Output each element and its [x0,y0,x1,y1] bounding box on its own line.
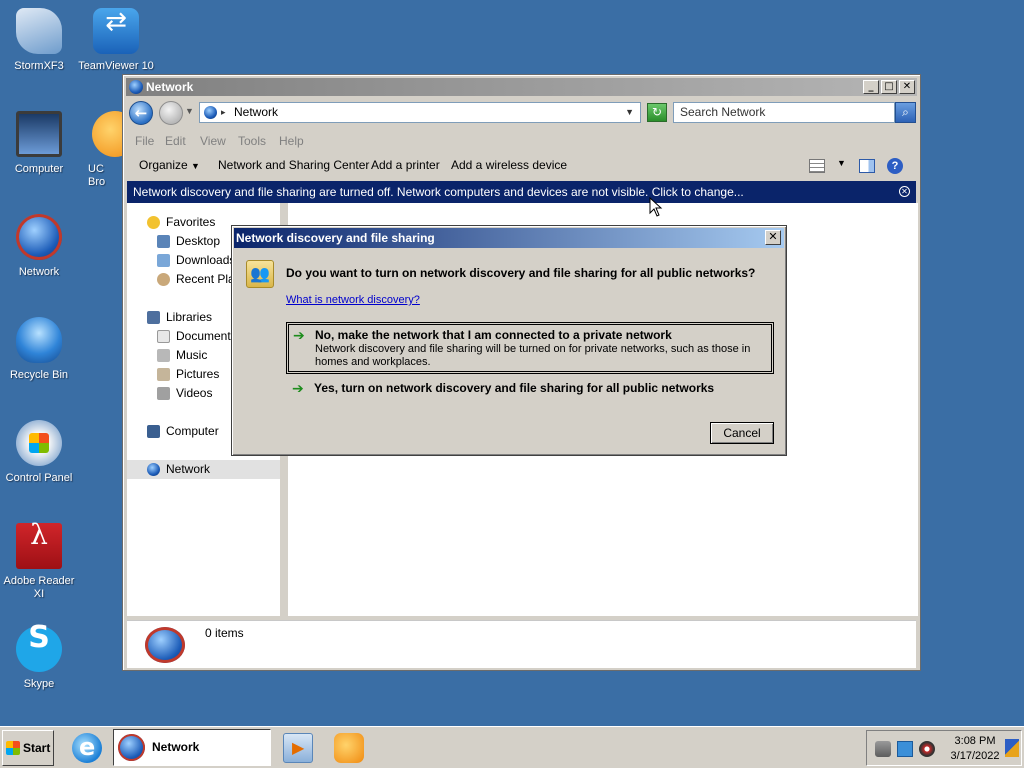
network-icon [129,80,143,94]
address-row: ▼ ▸ Network ▼ ↻ Search Network ⌕ [127,100,916,126]
desktop-icon-recycle-bin[interactable]: Recycle Bin [0,317,78,382]
libraries-icon [147,311,160,324]
desktop-icon-uc-browser[interactable]: UC Bro [77,111,122,189]
maximize-button[interactable]: □ [881,80,897,94]
network-icon [147,463,160,476]
back-button[interactable] [129,101,153,125]
menu-tools[interactable]: Tools [238,134,266,148]
network-icon [204,106,217,119]
uc-browser-icon[interactable] [334,733,364,763]
command-bar: Organize ▼ Network and Sharing Center Ad… [127,155,916,177]
menu-edit[interactable]: Edit [165,134,186,148]
clock[interactable]: 3:08 PM 3/17/2022 [945,734,1005,764]
network-icon [16,214,62,260]
dialog-title: Network discovery and file sharing [236,231,435,245]
window-titlebar[interactable]: Network _ □ ✕ [126,78,917,96]
start-button[interactable]: Start [2,730,54,766]
chevron-down-icon: ▼ [191,161,200,171]
address-text: Network [234,105,279,119]
downloads-folder-icon [157,254,170,267]
views-dropdown-icon[interactable]: ▼ [837,158,846,168]
help-icon[interactable]: ? [887,158,903,174]
volume-icon[interactable] [919,741,935,757]
windows-logo-icon [6,741,20,755]
minimize-button[interactable]: _ [863,80,879,94]
window-title: Network [146,80,194,94]
desktop-icon-teamviewer[interactable]: TeamViewer 10 [77,8,155,73]
preview-pane-icon[interactable] [859,159,875,173]
taskbar-network-window[interactable]: Network [113,729,271,766]
network-discovery-dialog: Network discovery and file sharing ✕ Do … [231,225,787,456]
pictures-icon [157,368,170,381]
close-button[interactable]: ✕ [899,80,915,94]
forward-button[interactable] [159,101,183,125]
menu-file[interactable]: File [135,134,154,148]
recent-pages-dropdown[interactable]: ▼ [185,106,194,116]
search-input[interactable]: Search Network [673,102,895,123]
breadcrumb-separator-icon[interactable]: ▸ [221,103,226,122]
music-icon [157,349,170,362]
address-dropdown-icon[interactable]: ▼ [625,103,634,122]
clock-time: 3:08 PM [954,735,996,747]
menu-view[interactable]: View [200,134,226,148]
desktop-icon-adobe-reader[interactable]: Adobe Reader XI [0,523,78,601]
computer-icon [16,111,62,157]
menu-help[interactable]: Help [279,134,304,148]
dialog-close-button[interactable]: ✕ [765,230,781,245]
search-button[interactable]: ⌕ [895,102,916,123]
refresh-button[interactable]: ↻ [647,103,667,122]
green-arrow-icon: ➔ [292,381,304,397]
green-arrow-icon: ➔ [293,328,305,344]
desktop-icon-skype[interactable]: Skype [0,626,78,691]
address-bar[interactable]: ▸ Network ▼ [199,102,641,123]
system-tray: 3:08 PM 3/17/2022 [866,730,1022,766]
videos-icon [157,387,170,400]
network-icon [145,627,185,663]
infobar-close-icon[interactable]: ✕ [899,186,910,197]
computer-icon [147,425,160,438]
what-is-network-discovery-link[interactable]: What is network discovery? [286,294,420,306]
mouse-cursor-icon [649,197,663,217]
desktop-icon-control-panel[interactable]: Control Panel [0,420,78,485]
network-users-icon [246,260,274,288]
option-public-networks[interactable]: ➔ Yes, turn on network discovery and fil… [286,378,774,400]
menu-bar: File Edit View Tools Help [127,133,916,151]
teamviewer-icon [93,8,139,54]
desktop-icon-computer[interactable]: Computer [0,111,78,176]
organize-button[interactable]: Organize ▼ [139,158,200,172]
documents-icon [157,330,170,343]
show-desktop-icon[interactable] [1005,739,1019,757]
option-private-network[interactable]: ➔ No, make the network that I am connect… [286,322,774,374]
add-printer-button[interactable]: Add a printer [371,158,440,172]
dialog-titlebar[interactable]: Network discovery and file sharing ✕ [234,228,784,248]
network-discovery-infobar[interactable]: Network discovery and file sharing are t… [127,181,916,203]
recycle-bin-icon [16,317,62,363]
cancel-button[interactable]: Cancel [710,422,774,444]
uc-browser-icon [92,111,122,157]
dialog-question: Do you want to turn on network discovery… [286,266,756,280]
media-player-icon[interactable] [283,733,313,763]
nav-item-network[interactable]: Network [127,460,280,479]
views-icon[interactable] [809,159,825,173]
network-status-icon[interactable] [897,741,913,757]
internet-explorer-icon[interactable] [72,733,102,763]
network-icon [118,734,145,761]
control-panel-icon [16,420,62,466]
star-icon [147,216,160,229]
add-wireless-device-button[interactable]: Add a wireless device [451,158,567,172]
clock-date: 3/17/2022 [950,750,1000,762]
desktop-folder-icon [157,235,170,248]
taskbar: Start Network 3:08 PM 3/17/2022 [0,726,1024,768]
desktop-icon-network[interactable]: Network [0,214,78,279]
item-count: 0 items [205,626,244,640]
adobe-reader-icon [16,523,62,569]
stormxf3-icon [16,8,62,54]
details-pane: 0 items [127,620,916,668]
desktop-icon-stormxf3[interactable]: StormXF3 [0,8,78,73]
security-icon[interactable] [875,741,891,757]
recent-places-icon [157,273,170,286]
skype-icon [16,626,62,672]
network-sharing-center-button[interactable]: Network and Sharing Center [218,158,369,172]
